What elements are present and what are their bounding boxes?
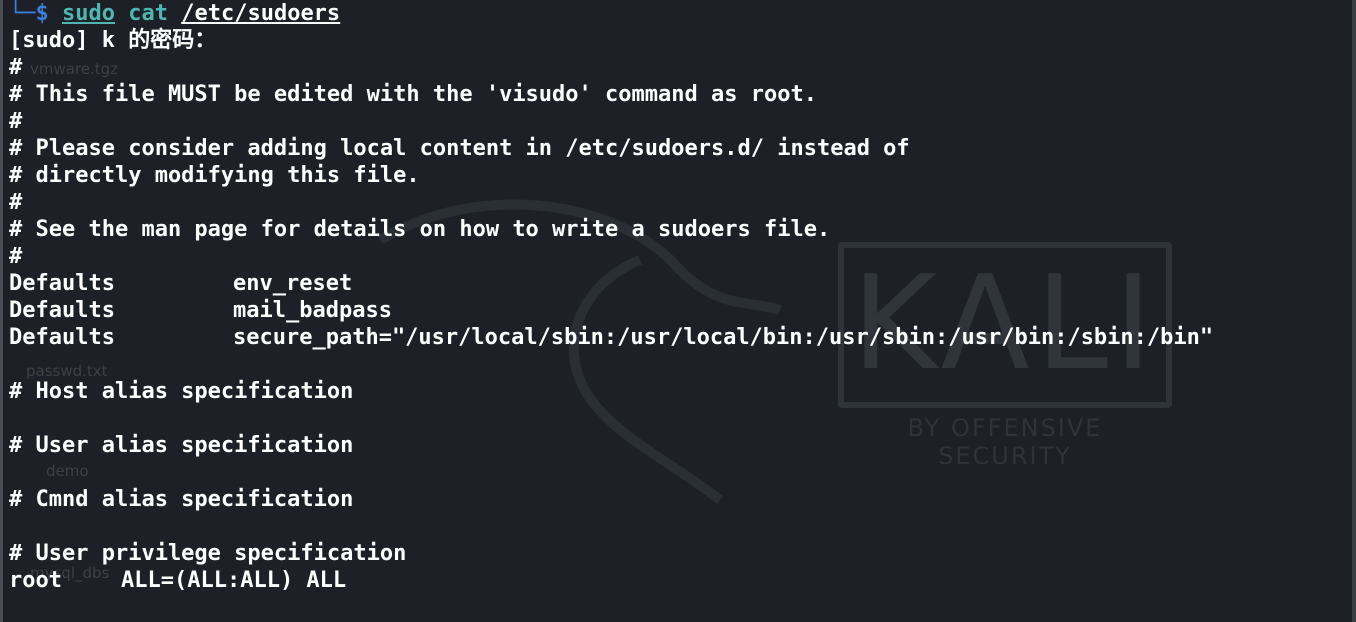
section-comment-host-alias: # Host alias specification — [9, 379, 354, 404]
terminal-output[interactable]: └─$ sudo cat /etc/sudoers [sudo] k 的密码： … — [9, 0, 1213, 594]
defaults-line: Defaults env_reset — [9, 270, 1213, 297]
rule-user: root — [9, 568, 62, 593]
comment-line: # This file MUST be edited with the 'vis… — [9, 82, 817, 107]
defaults-value: secure_path="/usr/local/sbin:/usr/local/… — [233, 325, 1214, 350]
prompt-dollar: $ — [35, 1, 49, 26]
comment-line: # — [9, 244, 23, 269]
command-line: └─$ sudo cat /etc/sudoers — [9, 0, 1213, 27]
command-path: /etc/sudoers — [181, 1, 341, 26]
root-rule-line: root ALL=(ALL:ALL) ALL — [9, 567, 1213, 594]
section-comment-user-alias: # User alias specification — [9, 433, 354, 458]
defaults-key: Defaults — [9, 271, 115, 296]
defaults-value: mail_badpass — [233, 298, 392, 323]
rule-spec: ALL=(ALL:ALL) ALL — [121, 568, 347, 593]
prompt-branch: └─ — [9, 1, 36, 26]
comment-line: # — [9, 55, 23, 80]
defaults-line: Defaults secure_path="/usr/local/sbin:/us… — [9, 324, 1213, 351]
comment-line: # — [9, 190, 23, 215]
comment-line: # Please consider adding local content i… — [9, 136, 910, 161]
comment-line: # directly modifying this file. — [9, 163, 420, 188]
defaults-key: Defaults — [9, 325, 115, 350]
defaults-line: Defaults mail_badpass — [9, 297, 1213, 324]
defaults-key: Defaults — [9, 298, 115, 323]
section-comment-user-privilege: # User privilege specification — [9, 541, 407, 566]
scrollbar[interactable] — [1352, 0, 1356, 622]
sudo-password-prompt: [sudo] k 的密码： — [9, 28, 217, 53]
comment-line: # — [9, 109, 23, 134]
section-comment-cmnd-alias: # Cmnd alias specification — [9, 487, 354, 512]
command-cat: cat — [128, 1, 168, 26]
command-sudo: sudo — [62, 1, 115, 26]
terminal-window[interactable]: vmware.tgz passwd.txt demo mysql_dbs KAL… — [0, 0, 1356, 622]
window-left-border — [0, 0, 3, 622]
defaults-value: env_reset — [233, 271, 353, 296]
comment-line: # See the man page for details on how to… — [9, 217, 831, 242]
